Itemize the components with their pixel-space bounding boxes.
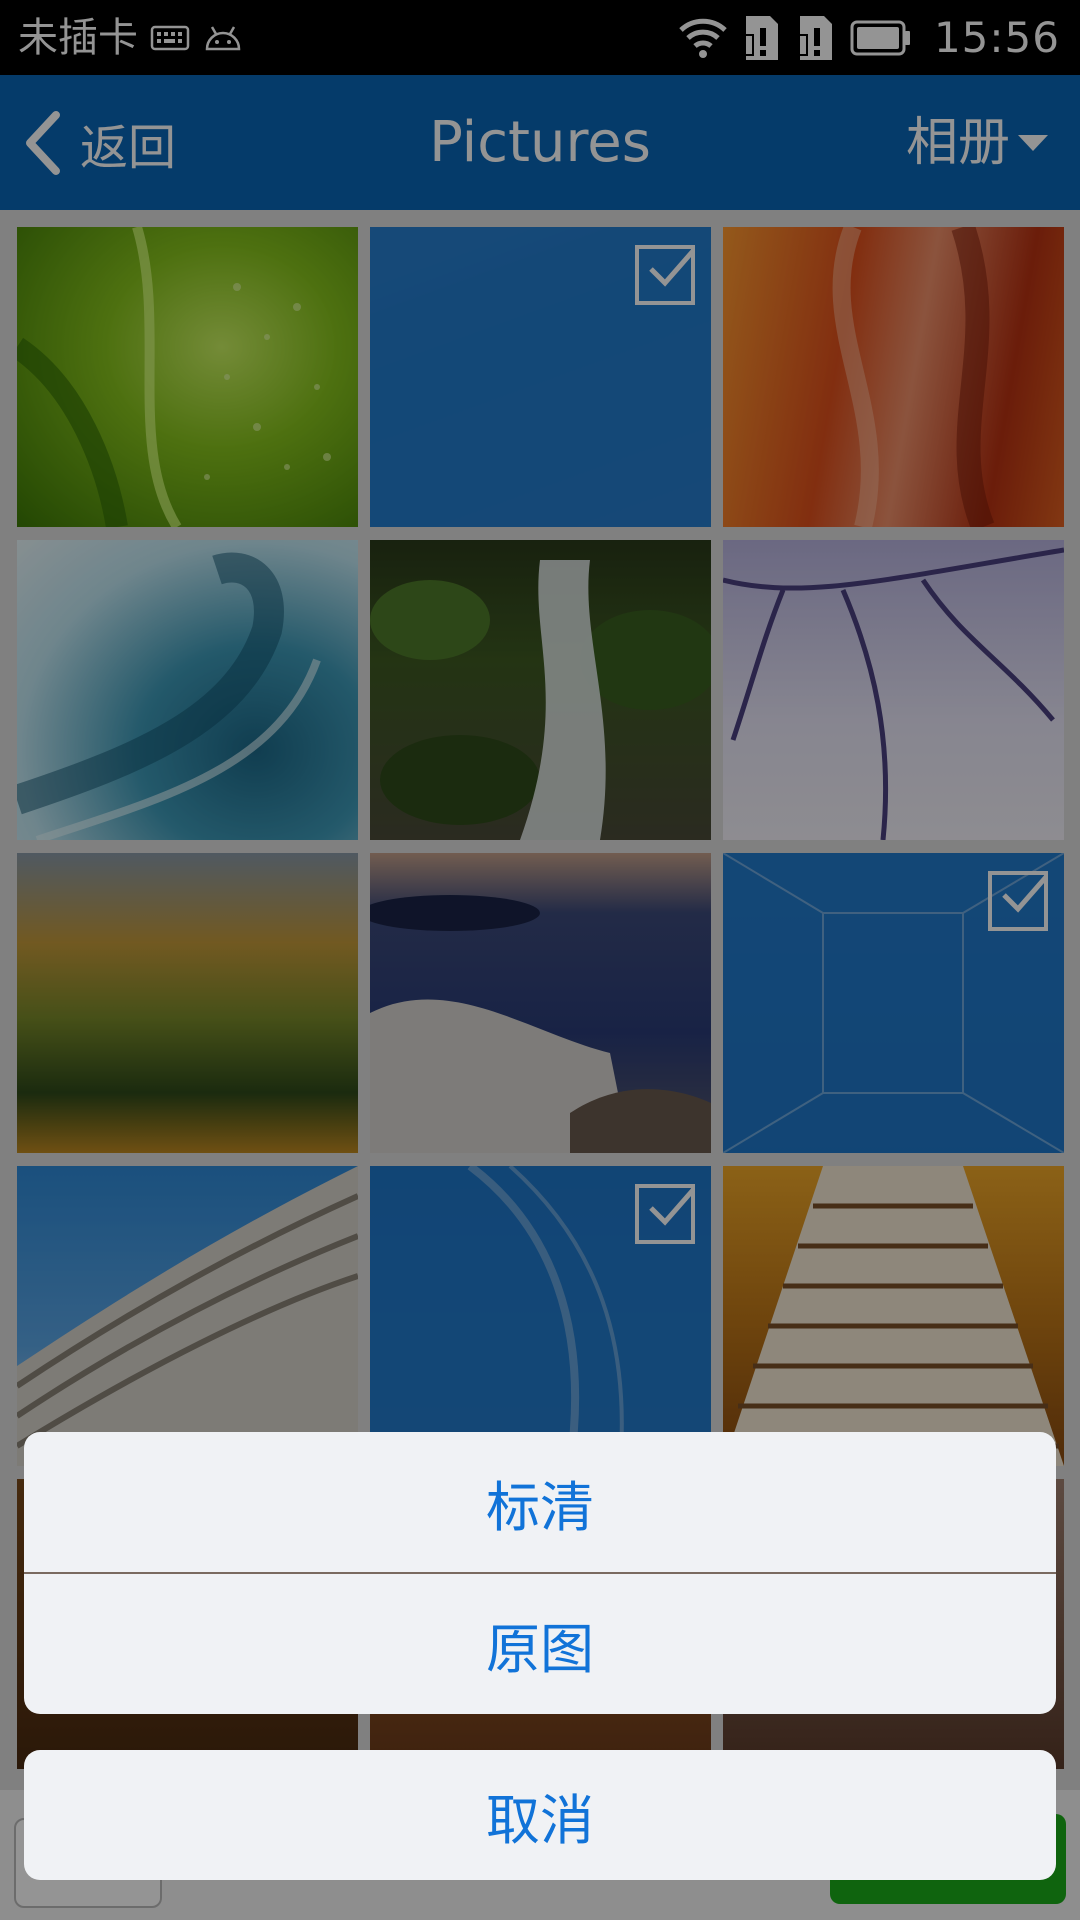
cancel-group: 取消	[24, 1750, 1056, 1880]
option-standard-quality[interactable]: 标清	[24, 1432, 1056, 1572]
screen: 未插卡 15:56 返回 Pictures 相册 标清 原图 取消	[0, 0, 1080, 1920]
quality-options-group: 标清 原图	[24, 1432, 1056, 1714]
option-original-image[interactable]: 原图	[24, 1572, 1056, 1714]
cancel-button[interactable]: 取消	[24, 1750, 1056, 1880]
